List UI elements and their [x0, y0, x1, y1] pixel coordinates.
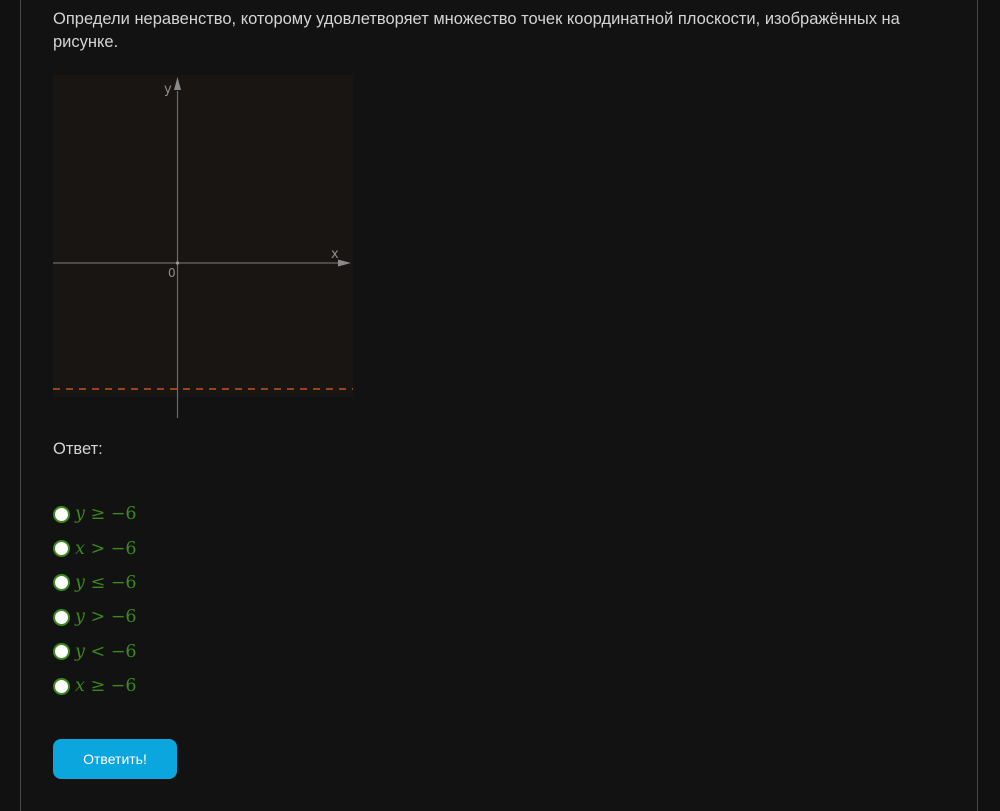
option-variable: y	[75, 504, 85, 525]
question-text: Определи неравенство, которому удовлетво…	[53, 10, 900, 51]
radio-button[interactable]	[53, 643, 70, 661]
answer-options: y ≥ −6 x > −6 y ≤ −6 y > −6 y < −6 x ≥ −…	[53, 497, 137, 703]
origin-label: 0	[168, 266, 176, 280]
option-variable: y	[75, 607, 85, 628]
option-3[interactable]: y ≤ −6	[53, 566, 137, 600]
option-variable: x	[75, 676, 85, 697]
option-label: y ≤ −6	[75, 573, 137, 593]
option-label: y ≥ −6	[75, 504, 137, 524]
option-number: −6	[110, 504, 137, 525]
option-label: x > −6	[75, 539, 136, 559]
option-number: −6	[110, 538, 137, 559]
option-label: y < −6	[75, 642, 137, 662]
option-relation: <	[84, 641, 111, 662]
origin-point	[175, 261, 180, 265]
option-relation: >	[84, 538, 111, 559]
radio-button[interactable]	[53, 574, 70, 592]
radio-button[interactable]	[53, 677, 70, 695]
submit-answer-button[interactable]: Ответить!	[53, 739, 177, 779]
option-4[interactable]: y > −6	[53, 600, 137, 634]
option-number: −6	[110, 607, 137, 628]
option-6[interactable]: x ≥ −6	[53, 669, 137, 703]
y-axis-label: y	[164, 82, 172, 97]
option-2[interactable]: x > −6	[53, 531, 137, 565]
graph-background	[53, 75, 353, 397]
option-label: x ≥ −6	[75, 676, 136, 696]
option-relation: >	[84, 607, 111, 628]
option-relation: ≤	[84, 572, 111, 593]
option-number: −6	[110, 572, 137, 593]
option-variable: x	[75, 538, 85, 559]
radio-button[interactable]	[53, 540, 70, 558]
answer-label: Ответ:	[53, 440, 103, 458]
option-variable: y	[75, 572, 85, 593]
option-variable: y	[75, 641, 85, 662]
radio-button[interactable]	[53, 505, 70, 523]
coordinate-plane-figure: x y 0	[53, 75, 353, 418]
x-axis-label: x	[331, 247, 339, 262]
option-number: −6	[110, 676, 137, 697]
radio-button[interactable]	[53, 608, 70, 626]
option-5[interactable]: y < −6	[53, 635, 137, 669]
option-relation: ≥	[84, 676, 111, 697]
option-1[interactable]: y ≥ −6	[53, 497, 137, 531]
task-panel: Определи неравенство, которому удовлетво…	[20, 0, 978, 811]
option-label: y > −6	[75, 607, 137, 627]
option-number: −6	[110, 641, 137, 662]
option-relation: ≥	[84, 504, 111, 525]
